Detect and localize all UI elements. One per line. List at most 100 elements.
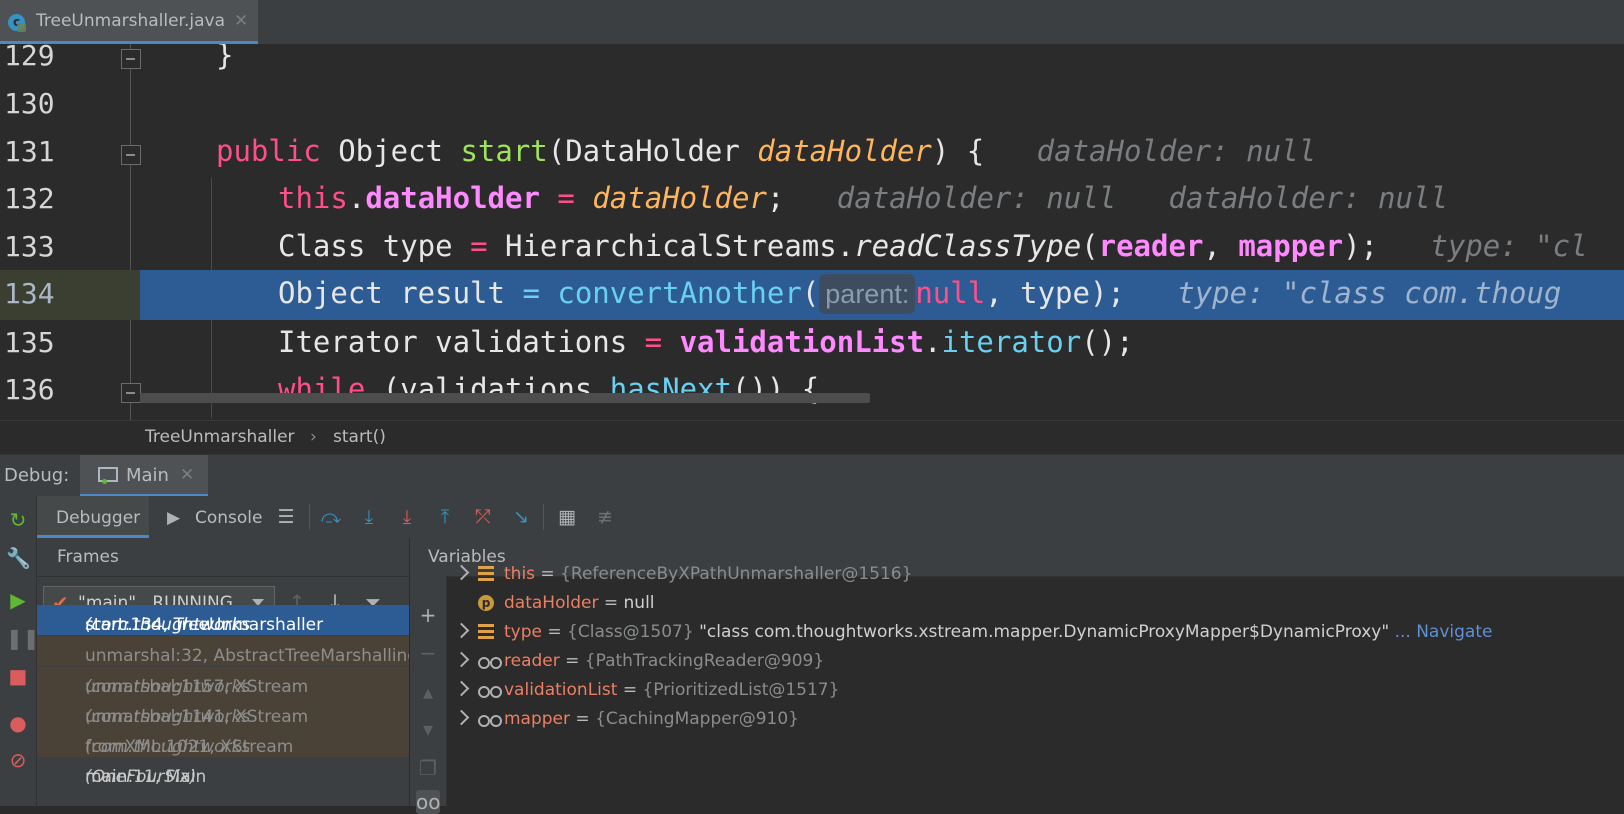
tab-debugger[interactable]: Debugger <box>37 496 149 538</box>
breadcrumb-class[interactable]: TreeUnmarshaller <box>145 427 295 447</box>
frame-item[interactable]: fromXML:1021, XStream (com.thoughtworks <box>37 727 409 757</box>
code-text: Class type = HierarchicalStreams.readCla… <box>278 229 1588 263</box>
chevron-right-icon: › <box>310 427 317 447</box>
inline-debug-value: dataHolder: null <box>836 181 1117 215</box>
code-text: Iterator validations = validationList.it… <box>278 325 1134 359</box>
resume-icon[interactable]: ▶ <box>6 588 30 612</box>
line-number: 131 <box>4 135 55 168</box>
breadcrumb: TreeUnmarshaller › start() <box>0 420 1624 455</box>
frame-item[interactable]: start:134, TreeUnmarshaller (com.thought… <box>37 605 409 635</box>
frame-item[interactable]: unmarshal:1141, XStream (com.thoughtwork… <box>37 697 409 727</box>
variable-row[interactable]: mapper = {CachingMapper@910} <box>446 705 1624 734</box>
step-into-icon[interactable]: ⤓ <box>357 506 381 528</box>
variable-row[interactable]: reader = {PathTrackingReader@909} <box>446 647 1624 676</box>
variable-row[interactable]: this = {ReferenceByXPathUnmarshaller@151… <box>446 560 1624 589</box>
view-breakpoints-icon[interactable]: ● <box>6 711 30 735</box>
rerun-icon[interactable]: ↻ <box>6 508 30 532</box>
field-icon <box>478 624 494 640</box>
navigate-link[interactable]: ... Navigate <box>1389 622 1493 642</box>
inline-debug-value: dataHolder: null <box>1036 134 1317 168</box>
inline-debug-value: dataHolder: null <box>1168 181 1448 215</box>
variable-row[interactable]: validationList = {PrioritizedList@1517} <box>446 676 1624 705</box>
line-number: 136 <box>4 373 55 406</box>
code-line[interactable]: 135 Iterator validations = validationLis… <box>0 319 1624 369</box>
line-number: 132 <box>4 182 55 215</box>
debugger-toolbar: Debugger ▶ Console ☰ ⤼ ⤓ ⤓ ⤒ ⤱ ↘ ▦ ≢ <box>37 496 1624 539</box>
horizontal-scrollbar[interactable] <box>140 393 870 403</box>
stop-icon[interactable]: ■ <box>6 664 30 688</box>
variables-toolbar: + − ▴ ▾ ❐ oo <box>410 576 447 814</box>
tab-tree-unmarshaller[interactable]: c TreeUnmarshaller.java ✕ <box>0 0 258 44</box>
code-line[interactable]: 131 public Object start(DataHolder dataH… <box>0 128 1624 178</box>
fold-icon[interactable] <box>121 383 141 403</box>
fold-icon[interactable] <box>121 145 141 165</box>
line-number: 130 <box>4 87 55 120</box>
field-icon <box>478 566 494 582</box>
show-watches-icon[interactable]: oo <box>416 790 440 814</box>
evaluate-expression-icon[interactable]: ▦ <box>555 506 579 528</box>
variable-row[interactable]: type = {Class@1507} "class com.thoughtwo… <box>446 618 1624 647</box>
inline-debug-value: type: "cl <box>1430 229 1588 263</box>
line-number: 134 <box>4 277 55 310</box>
remove-watch-icon[interactable]: − <box>416 641 440 665</box>
toolbar-separator <box>543 504 544 530</box>
tab-console[interactable]: ▶ Console <box>159 496 265 538</box>
watch-icon <box>478 711 502 727</box>
frame-item[interactable]: main:11, Main (OneFourSix) <box>37 757 409 787</box>
code-text: public Object start(DataHolder dataHolde… <box>216 134 1317 168</box>
debug-side-toolbar: ↻ 🔧 ▶ ❚❚ ■ ● ⊘ <box>0 496 40 806</box>
console-icon: ▶ <box>167 508 181 528</box>
frame-item[interactable]: unmarshal:32, AbstractTreeMarshallingStr… <box>37 636 409 666</box>
chevron-right-icon[interactable] <box>453 680 470 697</box>
line-number: 135 <box>4 326 55 359</box>
step-out-icon[interactable]: ⤒ <box>433 506 457 528</box>
drop-frame-icon[interactable]: ⤱ <box>471 506 495 528</box>
execution-point-line[interactable]: 134 Object result = convertAnother(paren… <box>0 270 1624 320</box>
fold-icon[interactable] <box>121 49 141 69</box>
mute-breakpoints-icon[interactable]: ⊘ <box>6 748 30 772</box>
move-down-icon[interactable]: ▾ <box>416 717 440 741</box>
toolbar-separator <box>309 504 310 530</box>
editor-tab-bar: c TreeUnmarshaller.java ✕ <box>0 0 1624 45</box>
parameter-hint: parent: <box>819 274 916 314</box>
move-up-icon[interactable]: ▴ <box>416 680 440 704</box>
add-watch-icon[interactable]: + <box>416 603 440 627</box>
variable-row[interactable]: p dataHolder = null <box>446 589 1624 618</box>
tab-label: TreeUnmarshaller.java <box>36 11 226 31</box>
step-over-icon[interactable]: ⤼ <box>319 506 343 528</box>
chevron-right-icon[interactable] <box>453 651 470 668</box>
code-text: } <box>216 44 234 72</box>
chevron-right-icon[interactable] <box>453 622 470 639</box>
close-icon[interactable]: ✕ <box>180 465 194 485</box>
layout-icon[interactable]: ☰ <box>274 506 298 528</box>
copy-icon[interactable]: ❐ <box>416 756 440 780</box>
breadcrumb-method[interactable]: start() <box>333 427 386 447</box>
code-text: Object result = convertAnother(parent: nu… <box>278 274 1561 314</box>
pause-icon[interactable]: ❚❚ <box>6 626 40 650</box>
close-icon[interactable]: ✕ <box>234 11 248 31</box>
java-class-icon: c <box>8 14 26 32</box>
chevron-right-icon[interactable] <box>453 564 470 581</box>
settings-wrench-icon[interactable]: 🔧 <box>6 546 31 570</box>
variables-panel: Variables + − ▴ ▾ ❐ oo this = {Reference… <box>410 538 1624 814</box>
force-step-into-icon[interactable]: ⤓ <box>395 506 419 528</box>
code-line[interactable]: 129 } <box>0 44 1624 82</box>
frames-header: Frames <box>37 538 409 577</box>
line-number: 129 <box>4 44 55 72</box>
code-line[interactable]: 132 this.dataHolder = dataHolder; dataHo… <box>0 175 1624 225</box>
session-label: Main <box>126 465 169 486</box>
code-line[interactable]: 133 Class type = HierarchicalStreams.rea… <box>0 223 1624 273</box>
application-icon <box>98 467 118 484</box>
watch-icon <box>478 682 502 698</box>
chevron-right-icon[interactable] <box>453 709 470 726</box>
code-text: this.dataHolder = dataHolder; dataHolder… <box>278 181 1448 215</box>
run-to-cursor-icon[interactable]: ↘ <box>509 506 533 528</box>
trace-icon[interactable]: ≢ <box>593 506 617 528</box>
debug-label: Debug: <box>4 465 70 486</box>
tab-main-session[interactable]: Main ✕ <box>80 455 208 497</box>
code-line[interactable]: 136 while (validations.hasNext()) { <box>0 366 1624 416</box>
frame-item[interactable]: unmarshal:1157, XStream (com.thoughtwork… <box>37 667 409 697</box>
frames-panel: Frames ✔ "main"...RUNNING ↑ ↓ ⏷ start:13… <box>37 538 410 806</box>
code-line[interactable]: 130 <box>0 80 1624 130</box>
code-editor[interactable]: 129 } 130 131 public Object start(DataHo… <box>0 44 1624 420</box>
